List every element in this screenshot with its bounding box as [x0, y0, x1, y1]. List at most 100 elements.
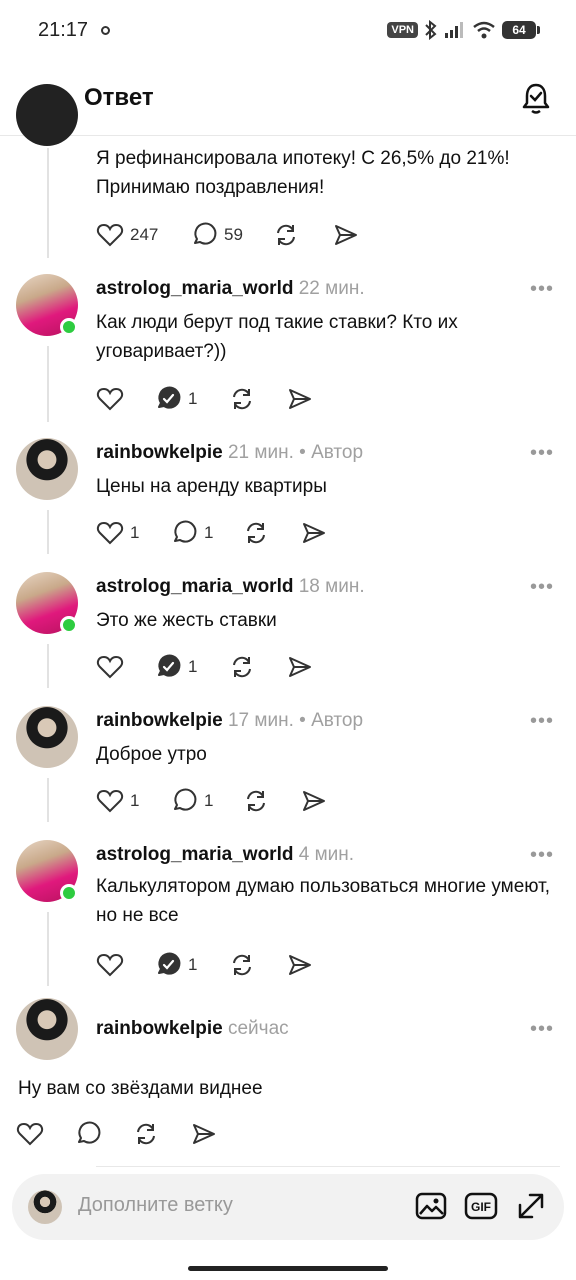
reply-count: 1	[188, 389, 198, 408]
status-time: 21:17	[38, 19, 89, 41]
gif-icon[interactable]: GIF	[464, 1189, 498, 1223]
like-button[interactable]	[96, 385, 124, 413]
repost-button[interactable]	[228, 951, 256, 979]
expand-icon[interactable]	[514, 1189, 548, 1223]
post-username[interactable]: rainbowkelpie 17 мин. • Автор	[96, 710, 363, 732]
replied-comment-icon	[158, 952, 181, 975]
avatar[interactable]	[16, 706, 78, 768]
heart-icon	[96, 655, 124, 679]
image-icon[interactable]	[414, 1189, 448, 1223]
post-username[interactable]: astrolog_maria_world 18 мин.	[96, 576, 365, 598]
more-options-button[interactable]: •••	[530, 442, 554, 465]
send-icon	[193, 1124, 215, 1144]
like-button[interactable]: 1	[96, 519, 139, 547]
repost-icon	[137, 1123, 155, 1145]
username-link[interactable]: rainbowkelpie	[96, 1018, 223, 1039]
action-row: 1	[96, 385, 336, 415]
repost-button[interactable]	[228, 653, 256, 681]
repost-icon	[247, 522, 265, 544]
status-icons: VPN 64	[387, 20, 540, 40]
post-username[interactable]: rainbowkelpie 21 мин. • Автор	[96, 442, 363, 464]
vpn-badge: VPN	[387, 22, 418, 38]
username-link[interactable]: astrolog_maria_world	[96, 278, 293, 299]
post-username[interactable]: astrolog_maria_world 22 мин.	[96, 278, 365, 300]
share-button[interactable]	[286, 653, 314, 681]
online-status-dot	[60, 884, 78, 902]
like-button[interactable]	[16, 1120, 44, 1148]
status-bar: 21:17 VPN 64	[0, 0, 576, 62]
action-row: 1	[96, 951, 336, 981]
username-link[interactable]: astrolog_maria_world	[96, 844, 293, 865]
post-time: 4 мин.	[298, 844, 355, 865]
like-button[interactable]: 247	[96, 221, 158, 249]
share-button[interactable]	[286, 951, 314, 979]
action-row: 1	[96, 653, 336, 683]
repost-button[interactable]	[242, 787, 270, 815]
bluetooth-icon	[425, 20, 437, 40]
reply-button[interactable]	[74, 1120, 102, 1148]
reply-composer[interactable]: Дополните ветку GIF	[12, 1174, 564, 1240]
composer-avatar	[28, 1190, 62, 1224]
like-button[interactable]: 1	[96, 787, 139, 815]
repost-button[interactable]	[272, 221, 300, 249]
share-button[interactable]	[300, 519, 328, 547]
repost-button[interactable]	[132, 1120, 160, 1148]
reply-button[interactable]: 1	[170, 519, 213, 547]
like-count: 1	[130, 523, 140, 542]
thread-line	[47, 912, 49, 986]
post-text: Ну вам со звёздами виднее	[18, 1078, 263, 1099]
heart-icon	[96, 223, 124, 247]
more-options-button[interactable]: •••	[530, 844, 554, 867]
home-indicator[interactable]	[188, 1266, 388, 1271]
reply-button[interactable]: 1	[154, 385, 197, 413]
more-options-button[interactable]: •••	[530, 1018, 554, 1041]
post-username[interactable]: rainbowkelpie сейчас	[96, 1018, 289, 1040]
reply-button[interactable]: 59	[190, 221, 243, 249]
share-button[interactable]	[300, 787, 328, 815]
share-button[interactable]	[332, 221, 360, 249]
online-status-dot	[60, 616, 78, 634]
author-badge: • Автор	[299, 442, 364, 463]
more-options-button[interactable]: •••	[530, 576, 554, 599]
replied-comment-icon	[158, 654, 181, 677]
notification-dot-icon	[101, 26, 110, 35]
post-username[interactable]: astrolog_maria_world 4 мин.	[96, 844, 354, 866]
reply-button[interactable]: 1	[154, 653, 197, 681]
like-button[interactable]	[96, 951, 124, 979]
action-row: 1 1	[96, 519, 336, 549]
post-time: 18 мин.	[298, 576, 365, 597]
repost-button[interactable]	[242, 519, 270, 547]
post-text: Я рефинансировала ипотеку! С 26,5% до 21…	[96, 148, 510, 198]
reply-button[interactable]: 1	[154, 951, 197, 979]
like-count: 247	[130, 225, 159, 244]
avatar[interactable]	[16, 998, 78, 1060]
post-text: Доброе утро	[96, 744, 207, 765]
avatar[interactable]	[16, 84, 78, 146]
replied-comment-icon	[158, 386, 181, 409]
more-options-button[interactable]: •••	[530, 278, 554, 301]
like-button[interactable]	[96, 653, 124, 681]
comment-icon	[194, 222, 217, 245]
repost-button[interactable]	[228, 385, 256, 413]
share-button[interactable]	[286, 385, 314, 413]
heart-icon	[96, 953, 124, 977]
heart-icon	[96, 521, 124, 545]
post-text: Цены на аренду квартиры	[96, 476, 327, 497]
battery-indicator: 64	[502, 21, 540, 39]
action-row: 1 1	[96, 787, 336, 817]
action-row: 247 59	[96, 221, 376, 251]
username-link[interactable]: astrolog_maria_world	[96, 576, 293, 597]
thread-line	[47, 346, 49, 422]
username-link[interactable]: rainbowkelpie	[96, 710, 223, 731]
like-count: 1	[130, 791, 140, 810]
share-button[interactable]	[190, 1120, 218, 1148]
post-time: 17 мин.	[227, 710, 294, 731]
notification-bell-icon[interactable]	[518, 80, 554, 116]
post-text: Как люди берут под такие ставки? Кто их …	[96, 312, 458, 362]
avatar[interactable]	[16, 438, 78, 500]
reply-button[interactable]: 1	[170, 787, 213, 815]
composer-input[interactable]: Дополните ветку	[78, 1194, 233, 1217]
more-options-button[interactable]: •••	[530, 710, 554, 733]
action-row	[16, 1120, 236, 1150]
username-link[interactable]: rainbowkelpie	[96, 442, 223, 463]
